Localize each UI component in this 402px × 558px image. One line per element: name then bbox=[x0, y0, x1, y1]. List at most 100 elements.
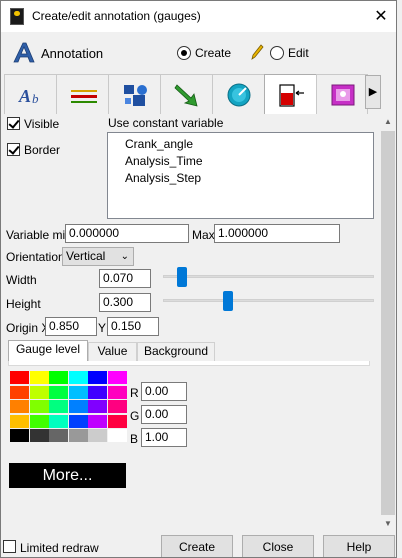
g-input[interactable]: 0.00 bbox=[141, 405, 187, 424]
color-swatch[interactable] bbox=[88, 429, 107, 442]
color-swatch[interactable] bbox=[49, 429, 68, 442]
color-swatch[interactable] bbox=[49, 385, 68, 399]
color-swatch[interactable] bbox=[107, 371, 127, 384]
color-swatch[interactable] bbox=[10, 385, 29, 399]
limited-redraw-checkbox[interactable] bbox=[3, 540, 16, 553]
color-swatch[interactable] bbox=[88, 400, 107, 413]
tab-background[interactable]: Background bbox=[137, 342, 215, 361]
color-swatch[interactable] bbox=[10, 400, 29, 413]
constant-variable-list[interactable]: Crank_angle Analysis_Time Analysis_Step bbox=[107, 132, 374, 219]
mode-row: Annotation Create Edit bbox=[1, 34, 396, 72]
color-swatch[interactable] bbox=[107, 400, 127, 413]
color-swatch[interactable] bbox=[107, 385, 127, 399]
close-button[interactable]: Close bbox=[242, 535, 314, 557]
b-input[interactable]: 1.00 bbox=[141, 428, 187, 447]
tab-scroll-right-icon[interactable]: ▶ bbox=[365, 75, 381, 109]
more-colors-button[interactable]: More... bbox=[9, 463, 126, 488]
color-swatch[interactable] bbox=[68, 414, 88, 428]
limited-redraw-label[interactable]: Limited redraw bbox=[20, 541, 99, 555]
color-swatch[interactable] bbox=[29, 414, 49, 428]
help-button[interactable]: Help bbox=[323, 535, 395, 557]
g-label: G bbox=[130, 409, 140, 423]
tab-shapes[interactable] bbox=[108, 74, 162, 114]
origin-y-input[interactable]: 0.150 bbox=[107, 317, 159, 336]
color-swatch[interactable] bbox=[68, 429, 88, 442]
width-slider-track[interactable] bbox=[163, 275, 374, 278]
variable-min-input[interactable]: 0.000000 bbox=[65, 224, 189, 243]
scrollbar-thumb[interactable] bbox=[381, 131, 395, 515]
edit-radio[interactable] bbox=[270, 46, 284, 60]
tab-dials[interactable] bbox=[212, 74, 266, 114]
height-input[interactable]: 0.300 bbox=[99, 293, 151, 312]
b-label: B bbox=[130, 432, 139, 446]
color-swatch[interactable] bbox=[68, 371, 88, 384]
scroll-down-icon[interactable]: ▼ bbox=[380, 516, 396, 532]
image-icon bbox=[331, 84, 355, 106]
tab-text[interactable]: A b bbox=[4, 74, 58, 114]
annotation-type-tabs: A b bbox=[4, 74, 380, 115]
color-swatch[interactable] bbox=[88, 371, 107, 384]
border-checkbox[interactable] bbox=[7, 143, 20, 156]
r-label: R bbox=[130, 386, 139, 400]
color-swatch[interactable] bbox=[10, 371, 29, 384]
panel-scrollbar[interactable]: ▲ ▼ bbox=[380, 114, 396, 532]
color-swatch[interactable] bbox=[29, 429, 49, 442]
tab-gauges[interactable] bbox=[264, 74, 318, 115]
gauge-icon bbox=[279, 84, 304, 107]
color-swatch[interactable] bbox=[88, 385, 107, 399]
tab-legend[interactable] bbox=[316, 74, 368, 114]
orientation-value: Vertical bbox=[66, 249, 106, 263]
list-item[interactable]: Analysis_Time bbox=[125, 154, 203, 168]
pencil-icon bbox=[251, 44, 264, 60]
create-radio-label[interactable]: Create bbox=[195, 46, 231, 60]
color-swatch[interactable] bbox=[10, 414, 29, 428]
color-swatch[interactable] bbox=[107, 414, 127, 428]
tab-lines[interactable] bbox=[56, 74, 110, 114]
width-slider-thumb[interactable] bbox=[177, 267, 188, 287]
width-input[interactable]: 0.070 bbox=[99, 269, 151, 288]
arrow-icon bbox=[174, 84, 198, 107]
color-swatch[interactable] bbox=[29, 385, 49, 399]
height-slider-track[interactable] bbox=[163, 299, 374, 302]
create-button[interactable]: Create bbox=[161, 535, 233, 557]
visible-label[interactable]: Visible bbox=[24, 117, 59, 131]
max-input[interactable]: 1.000000 bbox=[214, 224, 340, 243]
origin-y-label: Y bbox=[98, 321, 107, 335]
r-input[interactable]: 0.00 bbox=[141, 382, 187, 401]
visible-checkbox[interactable] bbox=[7, 117, 20, 130]
color-swatch[interactable] bbox=[68, 385, 88, 399]
color-swatch[interactable] bbox=[29, 400, 49, 413]
color-swatch[interactable] bbox=[107, 429, 127, 442]
orientation-select[interactable]: Vertical ⌄ bbox=[62, 247, 134, 266]
color-swatch[interactable] bbox=[49, 414, 68, 428]
tab-gauge-level[interactable]: Gauge level bbox=[8, 340, 88, 362]
color-swatch[interactable] bbox=[49, 371, 68, 384]
edit-radio-label[interactable]: Edit bbox=[288, 46, 309, 60]
list-item[interactable]: Crank_angle bbox=[125, 137, 193, 151]
orientation-label: Orientation bbox=[6, 250, 65, 264]
height-slider-thumb[interactable] bbox=[223, 291, 234, 311]
tab-arrows[interactable] bbox=[160, 74, 214, 114]
lines-icon bbox=[71, 90, 97, 103]
border-label[interactable]: Border bbox=[24, 143, 60, 157]
color-swatch[interactable] bbox=[68, 400, 88, 413]
constant-variable-label: Use constant variable bbox=[108, 116, 224, 130]
dialog-window: Create/edit annotation (gauges) ✕ Annota… bbox=[0, 0, 397, 558]
dial-icon bbox=[227, 83, 251, 107]
color-tab-panel bbox=[8, 361, 370, 366]
height-label: Height bbox=[6, 297, 41, 311]
tab-value[interactable]: Value bbox=[88, 342, 137, 361]
create-radio[interactable] bbox=[177, 46, 191, 60]
close-icon[interactable]: ✕ bbox=[367, 6, 395, 28]
color-swatch[interactable] bbox=[88, 414, 107, 428]
scroll-up-icon[interactable]: ▲ bbox=[380, 114, 396, 130]
color-swatch[interactable] bbox=[29, 371, 49, 384]
svg-text:A: A bbox=[18, 86, 31, 106]
text-annotation-icon: A b bbox=[18, 86, 39, 106]
color-swatch[interactable] bbox=[10, 429, 29, 442]
annotation-icon bbox=[13, 42, 35, 63]
list-item[interactable]: Analysis_Step bbox=[125, 171, 201, 185]
origin-x-input[interactable]: 0.850 bbox=[45, 317, 97, 336]
variable-min-label: Variable min bbox=[6, 228, 72, 242]
color-swatch[interactable] bbox=[49, 400, 68, 413]
